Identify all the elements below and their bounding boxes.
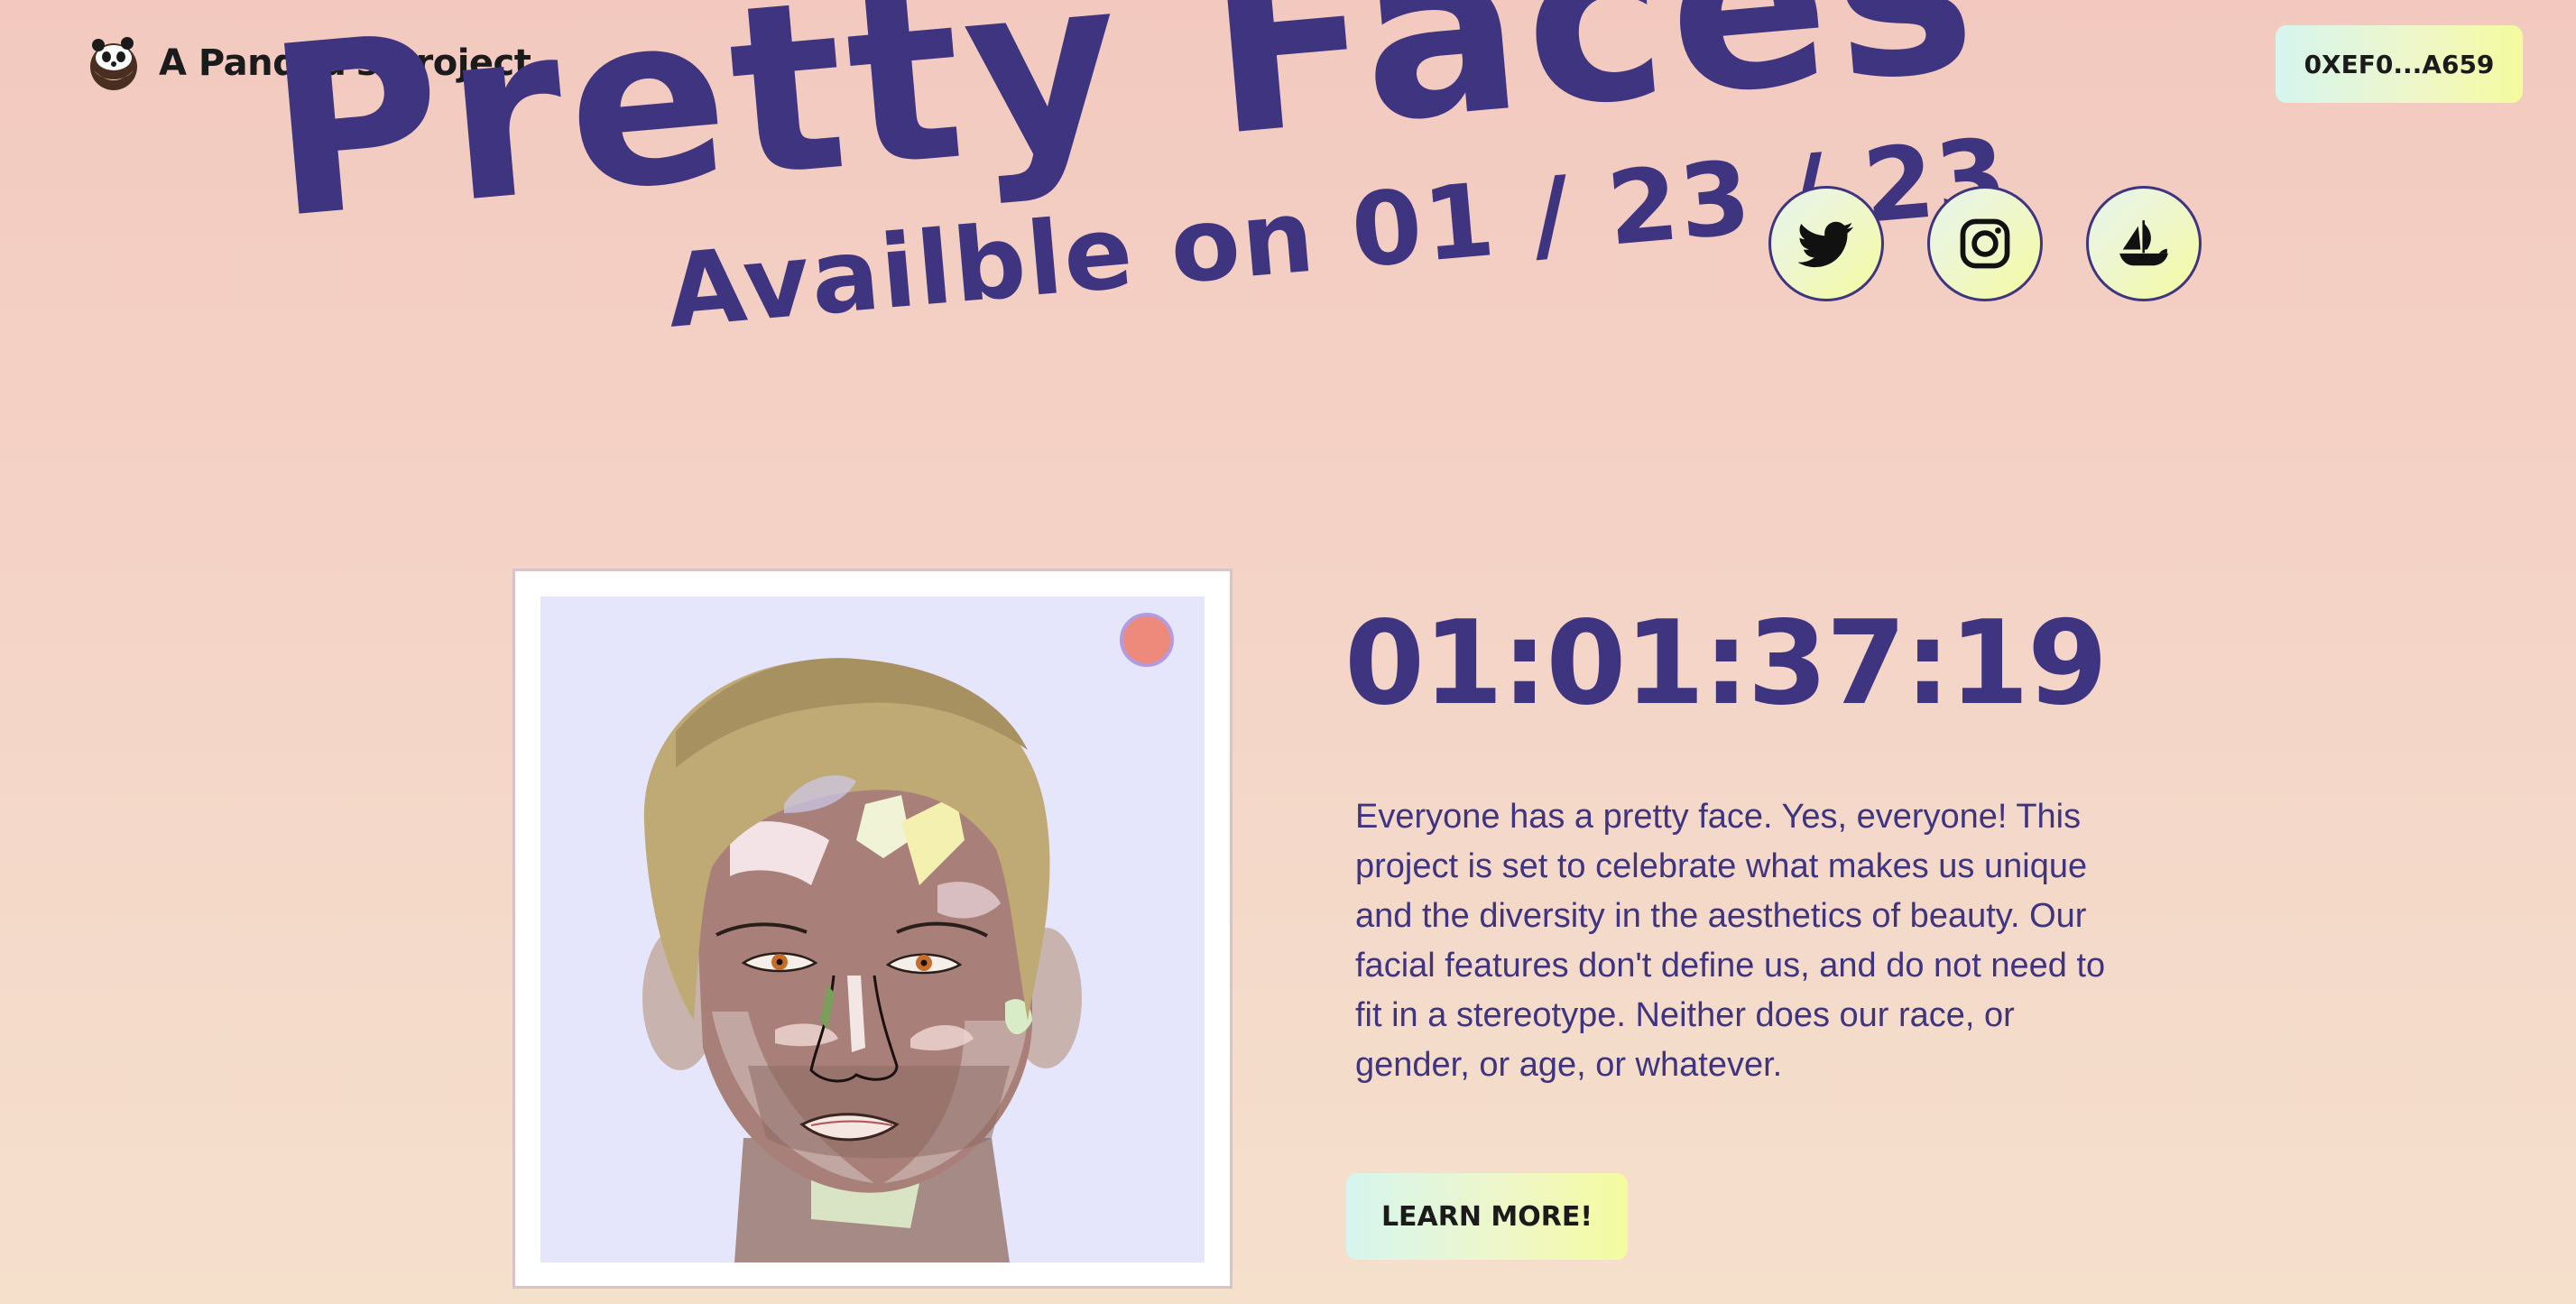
mint-countdown-timer: 01:01:37:19 [1344,597,2108,731]
opensea-icon [2119,220,2168,266]
learn-more-button[interactable]: LEARN MORE! [1346,1173,1628,1260]
twitter-icon [1798,221,1853,268]
instagram-link[interactable] [1927,186,2043,301]
project-description: Everyone has a pretty face. Yes, everyon… [1355,798,2106,1084]
wallet-address-button[interactable]: 0XEF0...A659 [2276,25,2523,103]
opensea-link[interactable] [2086,186,2202,301]
nft-artwork-image [540,597,1205,1262]
face-illustration [540,597,1205,1262]
panda-logo-icon [90,37,137,90]
instagram-icon [1960,218,2010,269]
status-dot-icon [1120,613,1174,667]
twitter-link[interactable] [1768,186,1884,301]
nft-preview-card [512,569,1233,1289]
